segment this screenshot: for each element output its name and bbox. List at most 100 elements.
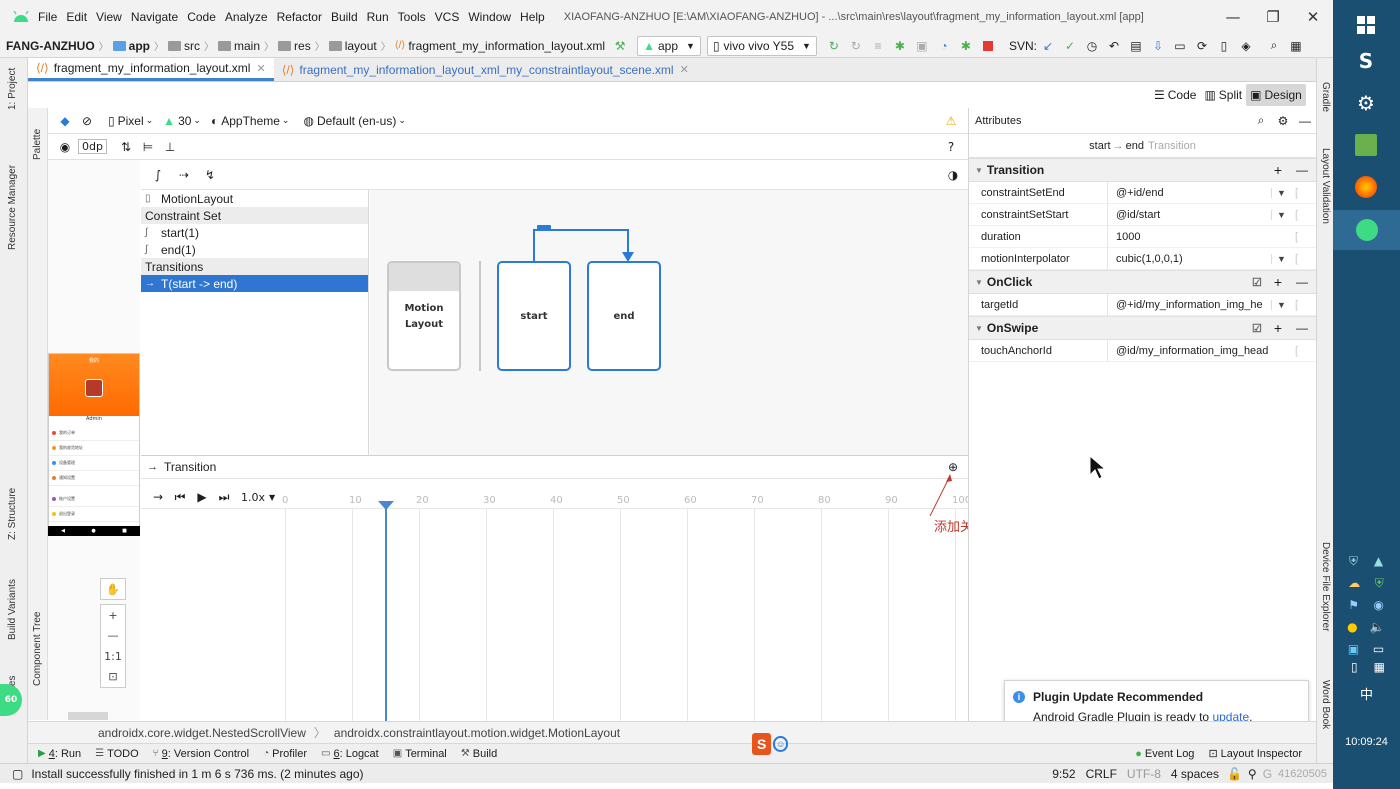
device-manager-icon[interactable]: ▯ — [1213, 35, 1235, 57]
build-variants-tool-button[interactable]: Build Variants — [7, 579, 18, 640]
shield-icon[interactable]: ⛨ — [1349, 554, 1358, 569]
device-file-explorer-tool-button[interactable]: Device File Explorer — [1320, 542, 1331, 631]
help-icon[interactable]: ? — [940, 136, 962, 158]
motion-list-item[interactable]: ∫ end(1) — [141, 241, 368, 258]
zoom-out-icon[interactable]: — — [108, 629, 119, 642]
motion-list-item[interactable]: ▯ MotionLayout — [141, 190, 368, 207]
device-select[interactable]: ▯ vivo vivo Y55 ▼ — [706, 35, 817, 56]
debug-icon[interactable]: ✱ — [889, 35, 911, 57]
breadcrumb-scrollview[interactable]: androidx.core.widget.NestedScrollView — [98, 726, 306, 740]
tool-window-button[interactable]: ▭ 6: Logcat — [321, 748, 379, 760]
menu-help[interactable]: Help — [520, 10, 545, 24]
gradle-tool-button[interactable]: Gradle — [1320, 82, 1331, 112]
transition-arrow[interactable] — [520, 218, 640, 264]
inspector-icon[interactable]: ⚲ — [1248, 767, 1257, 781]
dropdown-icon[interactable]: ▼ — [1271, 209, 1291, 220]
attach-debugger-icon[interactable]: ▣ — [911, 35, 933, 57]
security-icon[interactable]: ⛨ — [1375, 576, 1384, 591]
lock-icon[interactable]: 🔓 — [1227, 767, 1242, 781]
device-dropdown[interactable]: ▯ Pixel ⌄ — [108, 114, 153, 128]
close-icon[interactable]: ✕ — [1293, 0, 1333, 34]
stop-icon[interactable] — [977, 35, 999, 57]
tool-window-button[interactable]: ☰ TODO — [95, 748, 139, 760]
firefox-icon[interactable] — [1349, 170, 1383, 204]
notes-tray-icon[interactable]: ▦ — [1374, 660, 1385, 674]
apply-changes-icon[interactable]: ↻ — [845, 35, 867, 57]
end-constraint-node[interactable]: end — [587, 261, 661, 371]
menu-analyze[interactable]: Analyze — [225, 10, 268, 24]
minimize-panel-icon[interactable]: — — [1294, 110, 1316, 132]
margin-field[interactable]: 0dp — [78, 139, 107, 154]
crumb-item[interactable]: app 〉 — [112, 38, 164, 53]
app-tray-icon[interactable]: ● — [1347, 620, 1357, 634]
menu-tools[interactable]: Tools — [398, 10, 426, 24]
go-to-start-icon[interactable]: ⏮ — [169, 486, 191, 508]
menu-edit[interactable]: Edit — [66, 10, 87, 24]
run-config-select[interactable]: ▲ app ▼ — [637, 35, 701, 56]
zoom-in-icon[interactable]: + — [108, 609, 117, 622]
cycle-icon[interactable]: ◑ — [942, 164, 964, 186]
location-icon[interactable]: ◉ — [1373, 598, 1383, 612]
menu-refactor[interactable]: Refactor — [277, 10, 322, 24]
smiley-icon[interactable]: ☺ — [773, 736, 788, 752]
notepad-app-icon[interactable] — [1349, 128, 1383, 162]
line-ending[interactable]: CRLF — [1086, 767, 1117, 781]
ime-indicator[interactable]: 中 — [1333, 684, 1400, 703]
crumb-item[interactable]: main 〉 — [218, 38, 274, 53]
loop-icon[interactable]: → — [147, 486, 169, 508]
tool-window-button[interactable]: ⑂ 9: Version Control — [153, 748, 249, 760]
pan-button[interactable]: ✋ — [100, 578, 126, 600]
crumb-item[interactable]: src 〉 — [168, 38, 214, 53]
tab-scene-xml[interactable]: ⟨/⟩ fragment_my_information_layout_xml_m… — [274, 58, 697, 81]
section-transition[interactable]: ▼ Transition + — — [969, 158, 1316, 182]
tool-window-button[interactable]: ⚒ Build — [461, 748, 497, 760]
collapse-icon[interactable]: ▼ — [975, 278, 983, 287]
tool-window-button[interactable]: ◔ Profiler — [263, 748, 307, 760]
indent-setting[interactable]: 4 spaces — [1171, 767, 1219, 781]
play-icon[interactable]: ▶ — [191, 486, 213, 508]
crumb-item[interactable]: layout 〉 — [328, 38, 391, 53]
tab-layout-xml[interactable]: ⟨/⟩ fragment_my_information_layout.xml ✕ — [28, 58, 274, 81]
eye-icon[interactable]: ◉ — [54, 136, 76, 158]
cloud-icon[interactable]: ☁ — [1348, 576, 1360, 590]
project-tool-button[interactable]: 1: Project — [7, 68, 18, 110]
revert-icon[interactable]: ↶ — [1103, 35, 1125, 57]
locale-dropdown[interactable]: ◍ Default (en-us) ⌄ — [303, 114, 405, 128]
menu-vcs[interactable]: VCS — [435, 10, 460, 24]
structure-tool-button[interactable]: Z: Structure — [7, 488, 18, 540]
layout-validation-tool-button[interactable]: Layout Validation — [1320, 148, 1331, 224]
layout-inspector-button[interactable]: ⊡ Layout Inspector — [1208, 747, 1302, 761]
zoom-fit-icon[interactable]: ⊡ — [108, 670, 117, 683]
horizontal-scrollbar[interactable] — [68, 712, 108, 720]
history-icon[interactable]: ◷ — [1081, 35, 1103, 57]
svn-commit-icon[interactable]: ✓ — [1059, 35, 1081, 57]
restore-icon[interactable]: ❐ — [1253, 0, 1293, 34]
crumb-item[interactable]: FANG-ANZHUO 〉 — [6, 38, 109, 54]
profile-icon[interactable]: ◔ — [933, 35, 955, 57]
collapse-icon[interactable]: ▼ — [975, 166, 983, 175]
palette-tool-button[interactable]: Palette — [32, 129, 43, 160]
tool-window-button[interactable]: ▣ Terminal — [393, 748, 447, 760]
hammer-icon[interactable]: ⚒ — [609, 35, 631, 57]
design-view-button[interactable]: ▣ Design — [1246, 84, 1306, 106]
crumb-item[interactable]: res 〉 — [278, 38, 325, 53]
sogou-app-icon[interactable]: S — [1349, 44, 1383, 78]
go-to-end-icon[interactable]: ⏭ — [213, 486, 235, 508]
close-tab-icon[interactable]: ✕ — [256, 62, 265, 75]
timeline-cursor[interactable] — [378, 501, 394, 721]
motion-layout-node[interactable]: Motion Layout — [387, 261, 461, 371]
dropdown-icon[interactable]: ▼ — [1271, 299, 1291, 310]
speed-select[interactable]: 1.0x — [241, 491, 265, 504]
remove-icon[interactable]: — — [1296, 321, 1308, 335]
search-icon[interactable]: ⌕ — [1263, 35, 1285, 57]
dropdown-icon[interactable]: ▼ — [1271, 253, 1291, 264]
cursor-position[interactable]: 9:52 — [1052, 767, 1075, 781]
avd-manager-icon[interactable]: ▭ — [1169, 35, 1191, 57]
menu-window[interactable]: Window — [468, 10, 511, 24]
timeline-area[interactable]: 0 10 20 30 40 50 60 70 80 90 100 — [141, 485, 971, 721]
status-toggle-icon[interactable]: ▢ — [12, 767, 23, 781]
attribute-value[interactable]: @id/start — [1107, 203, 1271, 226]
android-icon[interactable]: ▲ — [1374, 554, 1383, 568]
attribute-value[interactable]: @id/my_information_img_head — [1107, 339, 1271, 362]
create-transition-icon[interactable]: ⇢ — [173, 164, 195, 186]
